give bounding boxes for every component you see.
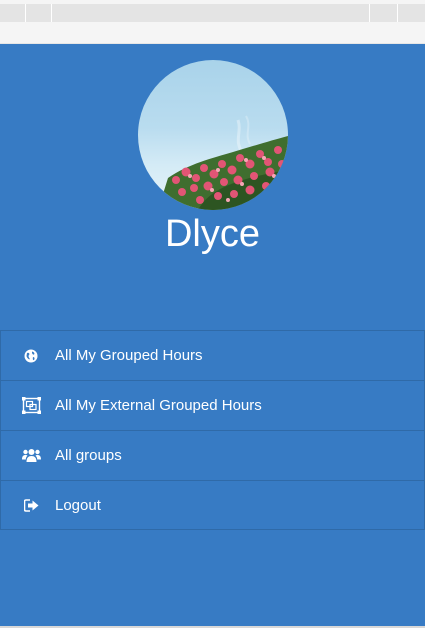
object-group-icon	[21, 397, 41, 415]
menu-item-label: Logout	[55, 496, 101, 514]
menu-item-label: All My External Grouped Hours	[55, 397, 262, 414]
browser-tab[interactable]	[0, 4, 26, 22]
browser-tab[interactable]	[26, 4, 52, 22]
browser-tab[interactable]	[398, 4, 425, 22]
user-name: Dlyce	[164, 213, 261, 255]
drawer-menu: All My Grouped Hours All My External Gro…	[0, 330, 425, 530]
browser-tab-strip	[0, 4, 425, 22]
browser-toolbar	[0, 0, 425, 44]
menu-item-label: All groups	[55, 447, 122, 464]
menu-item-logout[interactable]: Logout	[0, 480, 425, 530]
users-icon	[21, 447, 41, 465]
menu-item-external-grouped-hours[interactable]: All My External Grouped Hours	[0, 380, 425, 430]
globe-icon	[21, 347, 41, 365]
navigation-drawer: Dlyce All My Grouped Hours All My Extern…	[0, 44, 425, 626]
avatar[interactable]	[138, 60, 288, 210]
browser-tab[interactable]	[370, 4, 398, 22]
browser-address-area[interactable]	[52, 4, 370, 22]
menu-item-grouped-hours[interactable]: All My Grouped Hours	[0, 330, 425, 380]
sign-out-icon	[21, 496, 41, 514]
menu-item-all-groups[interactable]: All groups	[0, 430, 425, 480]
rose-bush-avatar	[158, 115, 288, 210]
menu-item-label: All My Grouped Hours	[55, 347, 203, 364]
